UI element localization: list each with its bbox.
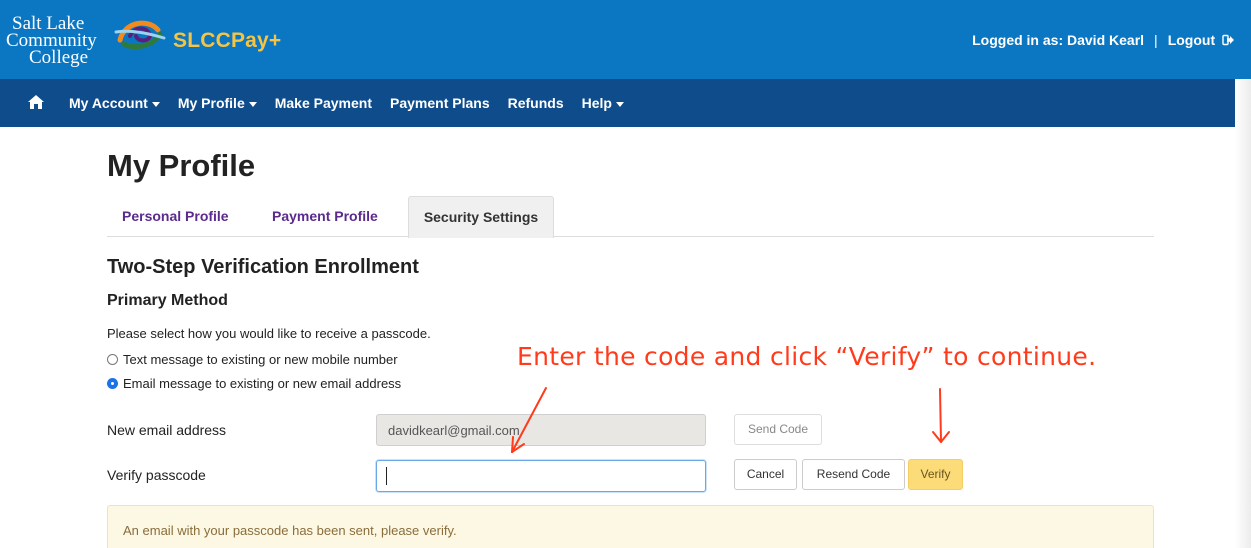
tab-personal-profile[interactable]: Personal Profile (122, 196, 229, 237)
scrollbar-track[interactable] (1235, 79, 1251, 548)
nav-help[interactable]: Help (582, 95, 624, 111)
arrow-to-verify-icon (932, 388, 950, 443)
subsection-heading: Primary Method (107, 292, 228, 309)
verify-button[interactable]: Verify (908, 459, 963, 490)
email-field[interactable] (376, 414, 706, 446)
email-label: New email address (107, 422, 227, 438)
resend-code-button[interactable]: Resend Code (802, 459, 905, 490)
logo-line-3: College (29, 47, 89, 68)
nav-my-profile[interactable]: My Profile (178, 95, 257, 111)
logout-label: Logout (1167, 32, 1216, 48)
nav-make-payment[interactable]: Make Payment (275, 95, 372, 111)
radio-email-message[interactable]: Email message to existing or new email a… (107, 376, 401, 391)
instruction-text: Please select how you would like to rece… (107, 326, 431, 341)
radio-unchecked-icon[interactable] (107, 354, 118, 365)
college-logo[interactable]: Salt Lake Community College (6, 10, 166, 72)
profile-tabs: Personal Profile Payment Profile Securit… (107, 196, 1154, 238)
nav-my-account[interactable]: My Account (69, 95, 160, 111)
nav-my-account-label: My Account (69, 95, 148, 111)
main-nav: My Account My Profile Make Payment Payme… (0, 79, 1235, 127)
page-title: My Profile (107, 148, 256, 183)
send-code-button[interactable]: Send Code (734, 414, 822, 445)
radio-text-message-label: Text message to existing or new mobile n… (123, 352, 398, 367)
status-alert: An email with your passcode has been sen… (107, 505, 1154, 548)
nav-my-profile-label: My Profile (177, 95, 245, 111)
nav-refunds[interactable]: Refunds (508, 95, 564, 111)
instruction-annotation: Enter the code and click “Verify” to con… (517, 342, 1097, 371)
section-heading: Two-Step Verification Enrollment (107, 256, 419, 278)
app-brand: SLCCPay+ (173, 29, 282, 52)
tab-payment-profile[interactable]: Payment Profile (272, 196, 378, 237)
cancel-button[interactable]: Cancel (734, 459, 797, 490)
logout-icon (1222, 34, 1234, 46)
chevron-down-icon (248, 101, 257, 107)
tab-security-settings[interactable]: Security Settings (408, 196, 554, 238)
nav-payment-plans[interactable]: Payment Plans (390, 95, 490, 111)
radio-text-message[interactable]: Text message to existing or new mobile n… (107, 352, 398, 367)
app-header: Salt Lake Community College SLCCPay+ Log… (0, 0, 1251, 79)
radio-email-message-label: Email message to existing or new email a… (123, 376, 402, 391)
radio-checked-icon[interactable] (107, 378, 118, 389)
chevron-down-icon (615, 101, 624, 107)
user-bar: Logged in as: David Kearl | Logout (972, 32, 1235, 48)
passcode-input[interactable] (376, 460, 706, 492)
passcode-label: Verify passcode (107, 467, 206, 483)
nav-help-label: Help (581, 95, 612, 111)
user-bar-separator: | (1154, 32, 1158, 48)
logged-in-text: Logged in as: David Kearl (972, 32, 1145, 48)
logo-swirl-icon (114, 20, 166, 50)
home-icon[interactable] (27, 94, 45, 110)
text-cursor (386, 467, 387, 485)
chevron-down-icon (151, 101, 160, 107)
logout-link[interactable]: Logout (1168, 32, 1235, 48)
